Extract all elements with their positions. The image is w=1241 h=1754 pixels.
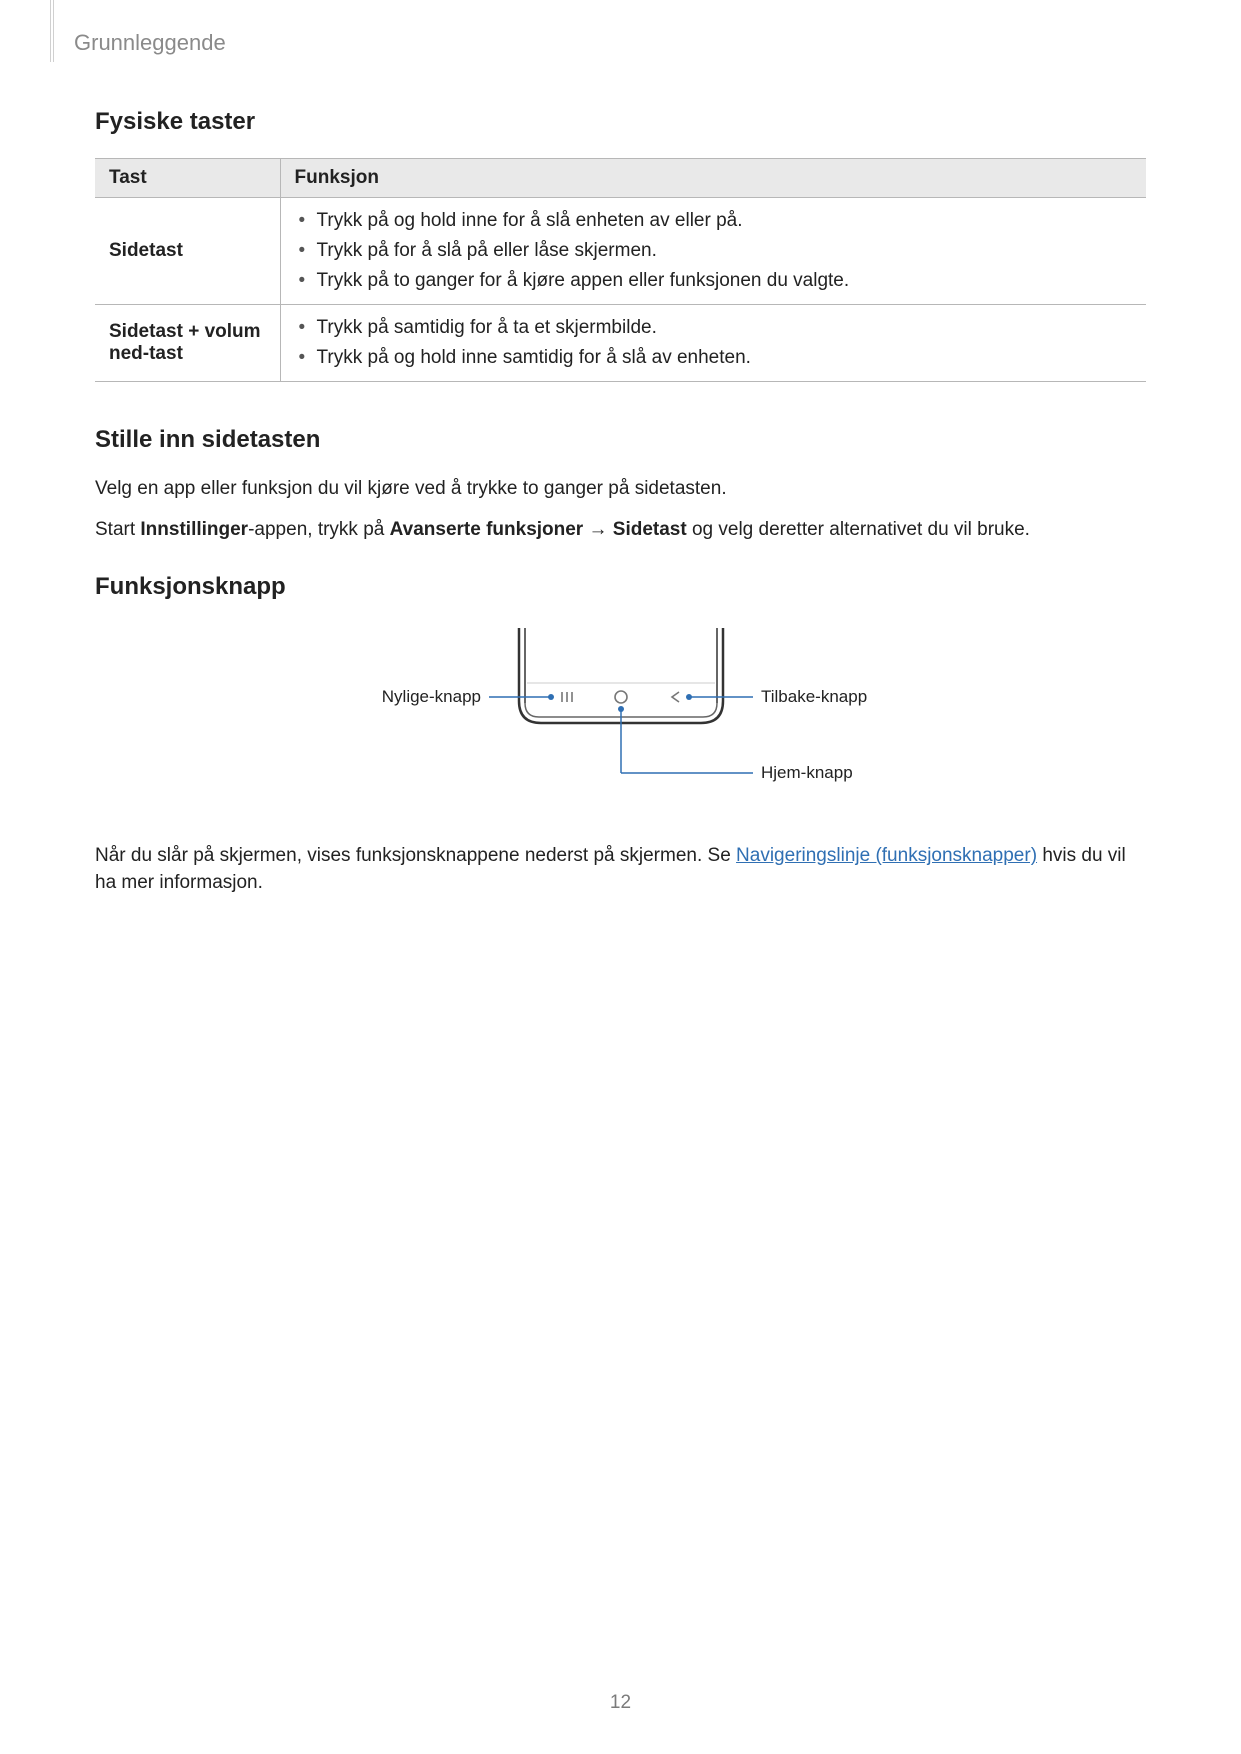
heading-set-side-key: Stille inn sidetasten: [95, 426, 1146, 454]
home-icon: [615, 691, 627, 703]
list-item: Trykk på for å slå på eller låse skjerme…: [295, 236, 1135, 266]
label-home: Hjem-knapp: [761, 763, 853, 782]
key-name-side-voldown: Sidetast + volum ned-tast: [95, 305, 280, 382]
recents-icon: [562, 692, 572, 702]
table-header-row: Tast Funksjon: [95, 159, 1146, 198]
text-fragment: Når du slår på skjermen, vises funksjons…: [95, 845, 736, 866]
para-softkeys: Når du slår på skjermen, vises funksjons…: [95, 843, 1146, 896]
label-back: Tilbake-knapp: [761, 687, 867, 706]
text-bold: Innstillinger: [140, 519, 248, 540]
figure-softkeys: Nylige-knapp Tilbake-knapp Hjem-knapp: [95, 623, 1146, 813]
section-physical-keys: Fysiske taster Tast Funksjon Sidetast Tr…: [95, 108, 1146, 382]
link-navigation-bar[interactable]: Navigeringslinje (funksjonsknapper): [736, 845, 1037, 866]
keys-table: Tast Funksjon Sidetast Trykk på og hold …: [95, 158, 1146, 382]
list-item: Trykk på og hold inne samtidig for å slå…: [295, 343, 1135, 373]
section-set-side-key: Stille inn sidetasten Velg en app eller …: [95, 426, 1146, 543]
text-fragment: -appen, trykk på: [248, 519, 390, 540]
breadcrumb: Grunnleggende: [74, 30, 226, 56]
arrow-icon: →: [583, 519, 613, 540]
list-item: Trykk på og hold inne for å slå enheten …: [295, 206, 1135, 236]
text-fragment: Start: [95, 519, 140, 540]
col-header-function: Funksjon: [280, 159, 1146, 198]
page-number: 12: [0, 1692, 1241, 1714]
back-icon: [672, 692, 679, 702]
section-function-button: Funksjonsknapp: [95, 573, 1146, 896]
table-row: Sidetast + volum ned-tast Trykk på samti…: [95, 305, 1146, 382]
heading-physical-keys: Fysiske taster: [95, 108, 1146, 136]
header-tab-mark: [50, 0, 54, 62]
text-bold: Avanserte funksjoner: [390, 519, 584, 540]
para-set-side-key-2: Start Innstillinger-appen, trykk på Avan…: [95, 517, 1146, 544]
table-row: Sidetast Trykk på og hold inne for å slå…: [95, 198, 1146, 305]
heading-function-button: Funksjonsknapp: [95, 573, 1146, 601]
key-name-side: Sidetast: [95, 198, 280, 305]
key-functions-side-voldown: Trykk på samtidig for å ta et skjermbild…: [280, 305, 1146, 382]
text-fragment: og velg deretter alternativet du vil bru…: [687, 519, 1030, 540]
col-header-key: Tast: [95, 159, 280, 198]
list-item: Trykk på to ganger for å kjøre appen ell…: [295, 266, 1135, 296]
para-set-side-key-1: Velg en app eller funksjon du vil kjøre …: [95, 476, 1146, 503]
text-bold: Sidetast: [613, 519, 687, 540]
list-item: Trykk på samtidig for å ta et skjermbild…: [295, 313, 1135, 343]
softkeys-diagram: Nylige-knapp Tilbake-knapp Hjem-knapp: [321, 623, 921, 813]
label-recent: Nylige-knapp: [381, 687, 480, 706]
key-functions-side: Trykk på og hold inne for å slå enheten …: [280, 198, 1146, 305]
